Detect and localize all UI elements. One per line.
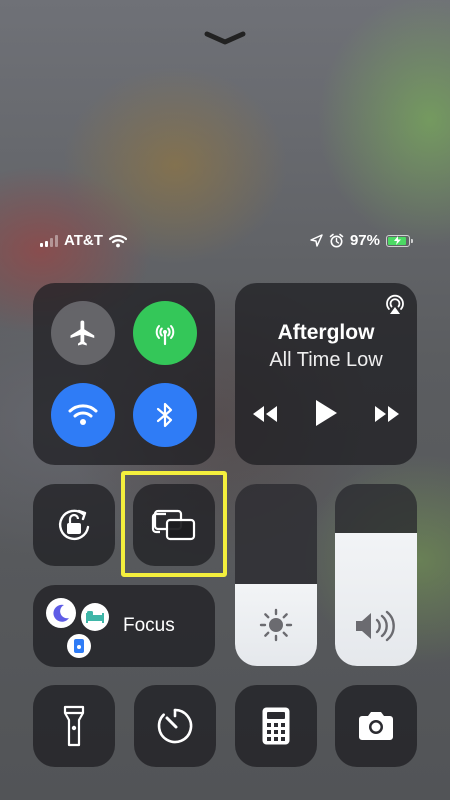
wifi-status-icon — [108, 234, 127, 247]
battery-percentage: 97% — [349, 232, 380, 249]
airplay-audio-icon[interactable] — [383, 293, 407, 317]
alarm-icon — [329, 233, 344, 248]
flashlight-button[interactable] — [33, 685, 115, 767]
carrier-name: AT&T — [64, 232, 103, 249]
timer-button[interactable] — [134, 685, 216, 767]
status-bar-right: 97% — [310, 232, 413, 249]
battery-icon — [386, 234, 413, 247]
status-bar-left: AT&T — [40, 232, 127, 249]
brightness-slider[interactable] — [235, 484, 317, 666]
cellular-data-toggle[interactable] — [133, 301, 197, 365]
calculator-icon — [262, 707, 290, 745]
wifi-icon — [68, 404, 98, 425]
volume-level — [335, 533, 417, 666]
flashlight-icon — [63, 705, 85, 747]
focus-modes-icon — [46, 598, 109, 658]
speaker-volume-icon — [356, 610, 395, 642]
location-icon — [310, 234, 323, 247]
rewind-icon[interactable] — [250, 402, 280, 426]
song-artist: All Time Low — [269, 349, 383, 371]
fast-forward-icon[interactable] — [372, 402, 402, 426]
bluetooth-toggle[interactable] — [133, 383, 197, 447]
antenna-icon — [155, 325, 175, 346]
calculator-button[interactable] — [235, 685, 317, 767]
song-title: Afterglow — [277, 321, 375, 344]
brightness-icon — [259, 608, 293, 642]
now-playing-module[interactable]: Afterglow All Time Low — [235, 283, 417, 465]
bluetooth-icon — [156, 402, 173, 428]
airplane-icon — [70, 320, 95, 346]
wifi-toggle[interactable] — [51, 383, 115, 447]
camera-icon — [359, 712, 393, 740]
play-icon[interactable] — [313, 398, 339, 428]
timer-icon — [157, 708, 193, 744]
camera-button[interactable] — [335, 685, 417, 767]
focus-button[interactable]: Focus — [33, 585, 215, 667]
chevron-down-icon[interactable] — [203, 28, 247, 48]
connectivity-module — [33, 283, 215, 465]
volume-slider[interactable] — [335, 484, 417, 666]
airplane-mode-toggle[interactable] — [51, 301, 115, 365]
rotation-lock-icon — [58, 509, 90, 540]
orientation-lock-button[interactable] — [33, 484, 115, 566]
cellular-signal-icon — [40, 234, 58, 247]
highlight-box — [121, 471, 227, 577]
focus-label: Focus — [123, 615, 175, 636]
